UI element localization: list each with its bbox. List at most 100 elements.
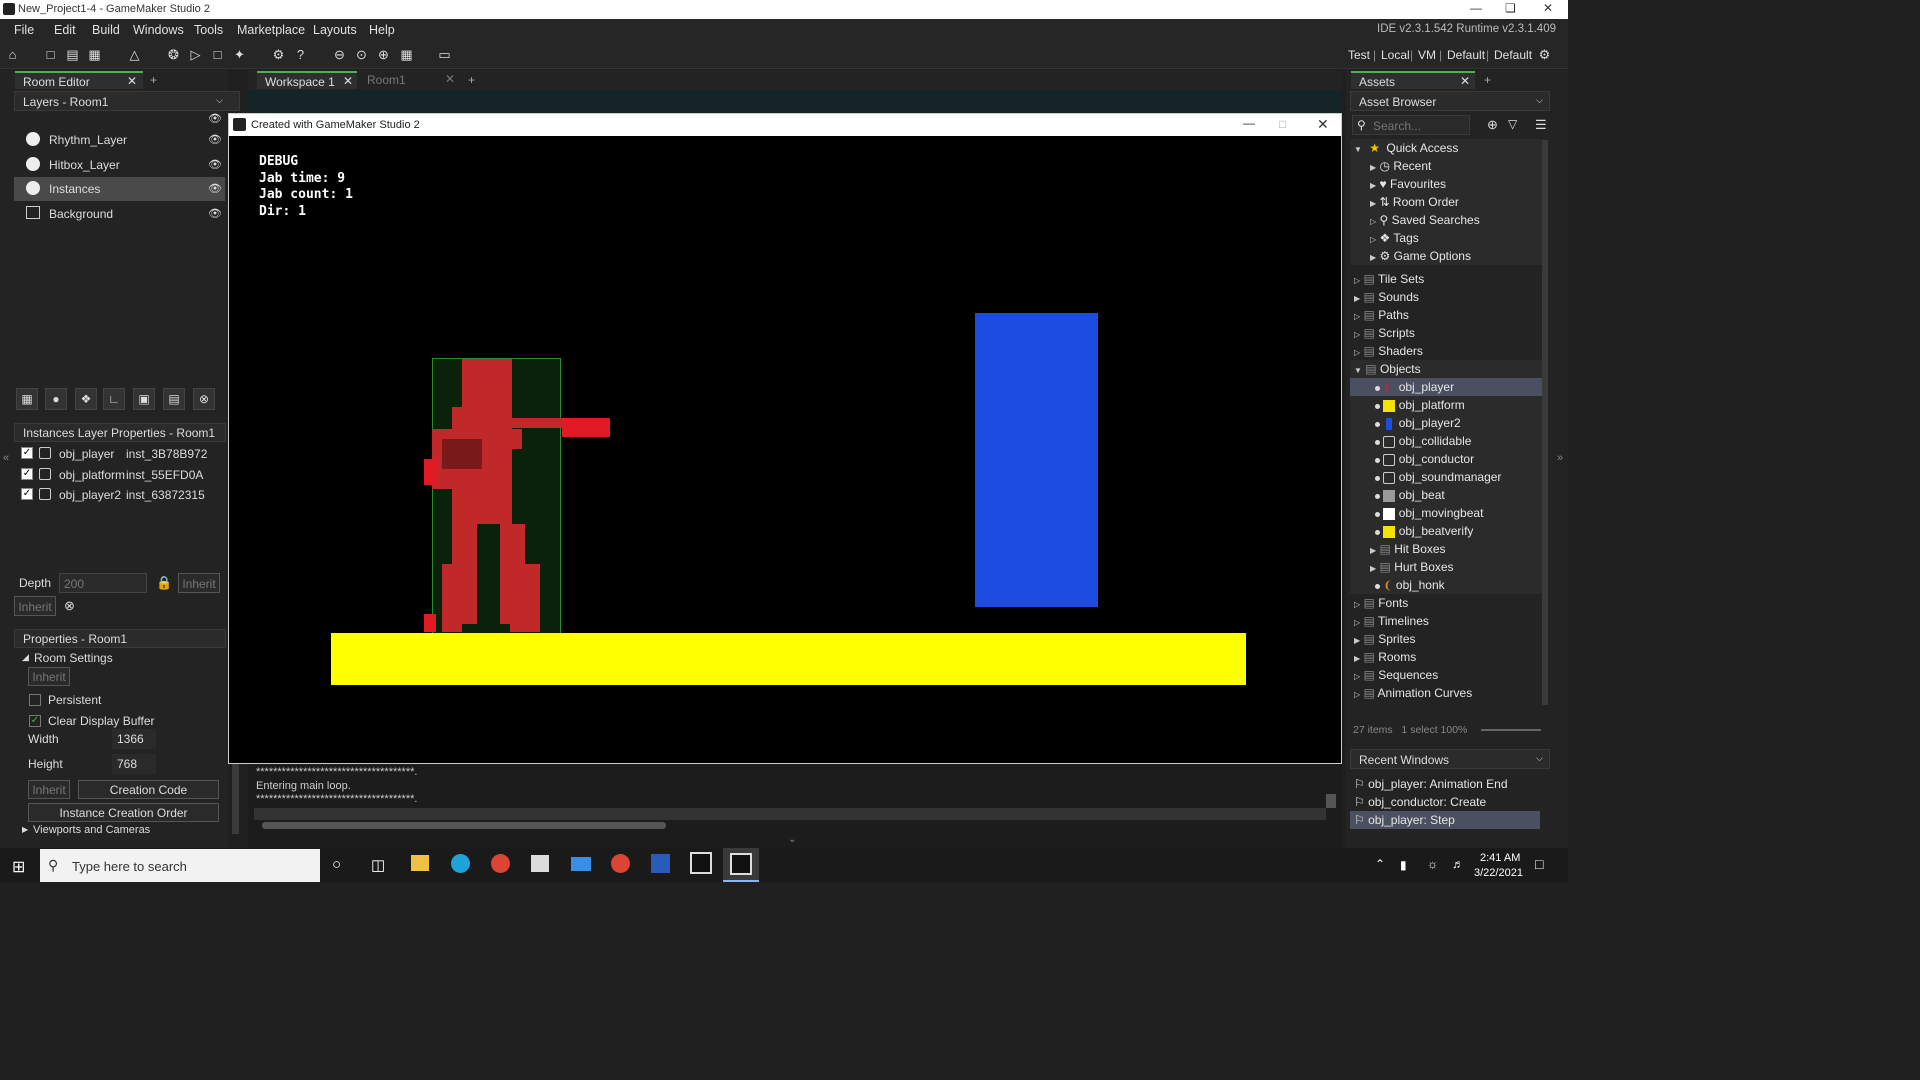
zoom-out-icon[interactable]: ⊖ — [331, 46, 348, 63]
chrome-icon[interactable] — [491, 854, 510, 873]
quick-recent[interactable]: ▶ ◷ Recent — [1370, 157, 1431, 175]
search-input[interactable] — [1373, 118, 1465, 133]
folder-paths[interactable]: ▷ ▤ Paths — [1354, 306, 1409, 324]
windows-start-icon[interactable]: ⊞ — [12, 857, 25, 877]
asset-search[interactable]: ⚲ — [1352, 115, 1470, 135]
clean-icon[interactable]: ✦ — [231, 46, 248, 63]
collapse-right-icon[interactable]: » — [1557, 452, 1563, 464]
wifi-icon[interactable]: ☼ — [1427, 857, 1438, 871]
taskbar-search[interactable]: ⚲ Type here to search — [40, 849, 320, 882]
run-icon[interactable]: ▷ — [187, 46, 204, 63]
inherit-button[interactable]: Inherit — [28, 667, 70, 686]
target-device[interactable]: Default — [1494, 48, 1532, 62]
add-instance-layer-icon[interactable]: ● — [45, 388, 67, 410]
quick-game-options[interactable]: ▶ ⚙ Game Options — [1370, 247, 1471, 265]
recent-window-item[interactable]: ⚐ obj_conductor: Create — [1354, 793, 1486, 811]
quick-room-order[interactable]: ▶ ⇅ Room Order — [1370, 193, 1459, 211]
clock-date[interactable]: 3/22/2021 — [1474, 867, 1523, 879]
asset-obj-honk[interactable]: ❨ obj_honk — [1375, 576, 1445, 594]
battery-icon[interactable]: ▮ — [1400, 858, 1407, 872]
asset-obj-player2[interactable]: obj_player2 — [1375, 414, 1461, 432]
eye-icon[interactable]: 👁 — [208, 112, 222, 125]
folder-objects[interactable]: ▼ ▤ Objects — [1354, 360, 1421, 378]
asset-obj-conductor[interactable]: obj_conductor — [1375, 450, 1474, 468]
minimize-icon[interactable]: — — [1243, 116, 1255, 130]
close-icon[interactable]: ✕ — [1543, 1, 1553, 15]
folder-fonts[interactable]: ▷ ▤ Fonts — [1354, 594, 1408, 612]
chrome-icon[interactable] — [611, 854, 630, 873]
inherit-button[interactable]: Inherit — [28, 780, 70, 799]
save-icon[interactable]: ▦ — [86, 46, 103, 63]
delete-layer-icon[interactable]: ⊗ — [193, 388, 215, 410]
volume-icon[interactable]: ♬ — [1452, 857, 1464, 871]
asset-obj-movingbeat[interactable]: obj_movingbeat — [1375, 504, 1483, 522]
layer-row[interactable]: Background 👁 — [14, 202, 225, 226]
add-tile-layer-icon[interactable]: ❖ — [75, 388, 97, 410]
output-scrollbar-track[interactable] — [254, 808, 1326, 820]
inherit-button[interactable]: Inherit — [14, 596, 56, 616]
zoom-in-icon[interactable]: ⊕ — [375, 46, 392, 63]
filter-icon[interactable]: ▽ — [1508, 117, 1517, 131]
asset-obj-collidable[interactable]: obj_collidable — [1375, 432, 1471, 450]
instance-row[interactable]: ✓ obj_player2 inst_63872315 — [21, 488, 221, 506]
checkbox[interactable]: ✓ — [21, 488, 33, 500]
folder-animation-curves[interactable]: ▷ ▤ Animation Curves — [1354, 684, 1472, 702]
menu-tools[interactable]: Tools — [194, 23, 223, 37]
instance-row[interactable]: ✓ obj_player inst_3B78B972 — [21, 447, 221, 465]
layers-dropdown[interactable]: Layers - Room1 ⌵ — [14, 91, 240, 111]
menu-marketplace[interactable]: Marketplace — [237, 23, 305, 37]
asset-obj-beatverify[interactable]: obj_beatverify — [1375, 522, 1473, 540]
instance-creation-order-button[interactable]: Instance Creation Order — [28, 803, 219, 822]
folder-timelines[interactable]: ▷ ▤ Timelines — [1354, 612, 1429, 630]
edge-icon[interactable] — [451, 854, 470, 873]
target-config[interactable]: Default — [1447, 48, 1485, 62]
cortana-icon[interactable]: ○ — [332, 856, 341, 873]
folder-sounds[interactable]: ▶ ▤ Sounds — [1354, 288, 1419, 306]
asset-obj-player[interactable]: ❨ obj_player — [1350, 378, 1542, 396]
checkbox[interactable]: ✓ — [21, 447, 33, 459]
menu-windows[interactable]: Windows — [133, 23, 184, 37]
recent-window-item[interactable]: ⚐ obj_player: Animation End — [1354, 775, 1508, 793]
room-editor-tab[interactable]: Room Editor ✕ — [15, 71, 143, 89]
menu-build[interactable]: Build — [92, 23, 120, 37]
asset-obj-soundmanager[interactable]: obj_soundmanager — [1375, 468, 1501, 486]
checkbox[interactable]: ✓ — [21, 468, 33, 480]
add-path-layer-icon[interactable]: ∟ — [103, 388, 125, 410]
folder-shaders[interactable]: ▷ ▤ Shaders — [1354, 342, 1423, 360]
inherit-button[interactable]: Inherit — [178, 573, 220, 593]
add-asset-icon[interactable]: ⊕ — [1487, 117, 1498, 133]
target-vm[interactable]: VM — [1418, 48, 1436, 62]
word-icon[interactable] — [651, 854, 670, 873]
restore-icon[interactable]: ❏ — [1505, 1, 1516, 15]
add-background-layer-icon[interactable]: ▦ — [16, 388, 38, 410]
add-tab-icon[interactable]: + — [468, 73, 475, 87]
display-icon[interactable]: ▭ — [436, 46, 453, 63]
width-input[interactable]: 1366 — [112, 729, 156, 749]
vertical-scrollbar[interactable] — [1326, 794, 1336, 808]
folder-scripts[interactable]: ▷ ▤ Scripts — [1354, 324, 1415, 342]
folder-sprites[interactable]: ▶ ▤ Sprites — [1354, 630, 1416, 648]
collapse-left-icon[interactable]: « — [3, 452, 9, 464]
caret-down-icon[interactable]: ◢ — [22, 652, 29, 663]
home-icon[interactable]: ⌂ — [4, 46, 21, 63]
eye-icon[interactable]: 👁 — [208, 158, 222, 171]
assets-tab[interactable]: Assets ✕ — [1351, 71, 1475, 89]
debug-icon[interactable]: ❂ — [165, 46, 182, 63]
caret-right-icon[interactable]: ▶ — [22, 825, 28, 834]
package-icon[interactable]: △ — [126, 46, 143, 63]
quick-saved-searches[interactable]: ▷ ⚲ Saved Searches — [1370, 211, 1480, 229]
expand-icon[interactable]: ⌄ — [788, 834, 796, 845]
workspace-tab[interactable]: Workspace 1 ✕ — [257, 71, 357, 89]
store-icon[interactable] — [531, 855, 549, 872]
lock-icon[interactable]: 🔒 — [156, 575, 172, 591]
instance-row[interactable]: ✓ obj_platform inst_55EFD0A — [21, 468, 221, 486]
stop-icon[interactable]: □ — [209, 46, 226, 63]
task-view-icon[interactable]: ◫ — [371, 856, 385, 874]
quick-favourites[interactable]: ▶ ♥ Favourites — [1370, 175, 1446, 193]
menu-help[interactable]: Help — [369, 23, 395, 37]
add-tab-icon[interactable]: + — [1484, 73, 1491, 87]
menu-edit[interactable]: Edit — [54, 23, 76, 37]
add-folder-icon[interactable]: ▤ — [163, 388, 185, 410]
close-icon[interactable]: ✕ — [343, 74, 353, 88]
file-explorer-icon[interactable] — [411, 855, 429, 871]
